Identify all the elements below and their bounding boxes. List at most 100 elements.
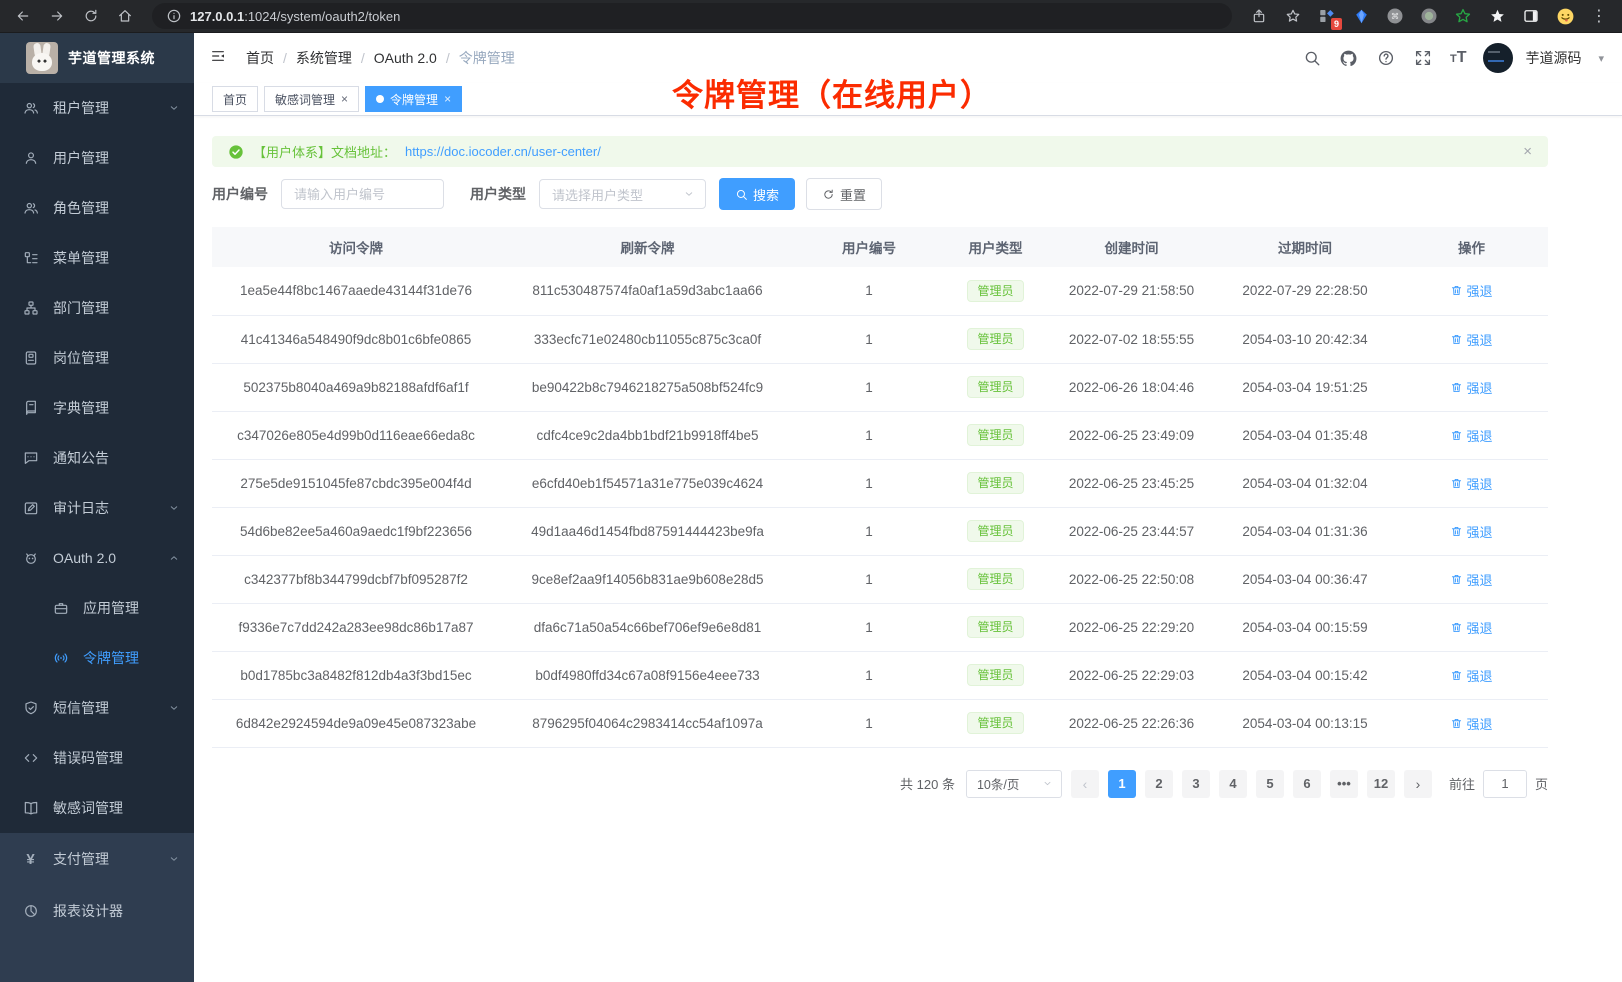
sidebar-item-post[interactable]: 岗位管理 <box>0 333 194 383</box>
sidebar-item-dept[interactable]: 部门管理 <box>0 283 194 333</box>
side-panel-icon[interactable] <box>1518 3 1544 29</box>
font-size-icon[interactable]: TT <box>1450 50 1467 66</box>
tab-oauth2-token[interactable]: 令牌管理× <box>365 86 462 112</box>
search-icon[interactable] <box>1302 48 1322 68</box>
user-type-select[interactable]: 请选择用户类型 <box>539 179 706 209</box>
bookmark-star-icon[interactable] <box>1280 3 1306 29</box>
page-button-12[interactable]: 12 <box>1367 770 1395 798</box>
reload-icon[interactable] <box>78 3 104 29</box>
sidebar-item-report[interactable]: 报表设计器 <box>0 885 194 937</box>
help-icon[interactable] <box>1376 48 1396 68</box>
breadcrumb-separator: / <box>361 50 365 66</box>
trash-icon <box>1450 333 1463 346</box>
force-logout-button[interactable]: 强退 <box>1450 618 1492 637</box>
page-button-1[interactable]: 1 <box>1108 770 1136 798</box>
sidebar-item-error-code[interactable]: 错误码管理 <box>0 733 194 783</box>
user-type-badge: 管理员 <box>967 328 1023 350</box>
badge-icon <box>22 350 39 367</box>
page-button-6[interactable]: 6 <box>1293 770 1321 798</box>
sidebar-item-sms[interactable]: 短信管理 <box>0 683 194 733</box>
sidebar-item-label: 字典管理 <box>53 398 180 418</box>
user-name[interactable]: 芋道源码 <box>1525 48 1581 68</box>
sidebar-item-role[interactable]: 角色管理 <box>0 183 194 233</box>
doc-link[interactable]: https://doc.iocoder.cn/user-center/ <box>405 144 601 159</box>
sidebar-item-notice[interactable]: 通知公告 <box>0 433 194 483</box>
sidebar-item-label: 岗位管理 <box>53 348 180 368</box>
extension-blocks-icon[interactable]: 9 <box>1314 3 1340 29</box>
trash-icon <box>1450 429 1463 442</box>
github-icon[interactable] <box>1339 48 1359 68</box>
page-button-4[interactable]: 4 <box>1219 770 1247 798</box>
pager-ellipsis[interactable]: ••• <box>1330 770 1358 798</box>
alert-close-icon[interactable]: × <box>1523 144 1532 159</box>
tab-close-icon[interactable]: × <box>444 93 451 105</box>
user-id-cell: 1 <box>795 651 943 699</box>
create-time-cell: 2022-06-25 22:26:36 <box>1048 699 1215 747</box>
back-icon[interactable] <box>10 3 36 29</box>
home-icon[interactable] <box>112 3 138 29</box>
address-bar[interactable]: 127.0.0.1:1024/system/oauth2/token <box>152 3 1232 29</box>
emoji-extension-icon[interactable] <box>1552 3 1578 29</box>
sidebar-item-oauth2-app[interactable]: 应用管理 <box>0 583 194 633</box>
breadcrumb-item[interactable]: 系统管理 <box>296 48 352 68</box>
page-button-3[interactable]: 3 <box>1182 770 1210 798</box>
user-avatar[interactable] <box>1483 43 1513 73</box>
refresh-token-cell: 811c530487574fa0af1a59d3abc1aa66 <box>500 267 795 315</box>
sidebar-item-oauth2-token[interactable]: 令牌管理 <box>0 633 194 683</box>
success-check-icon <box>228 144 244 160</box>
sidebar-collapse-icon[interactable] <box>210 48 230 68</box>
goto-page-input[interactable] <box>1483 770 1527 798</box>
sidebar-item-label: 错误码管理 <box>53 748 180 768</box>
page-button-5[interactable]: 5 <box>1256 770 1284 798</box>
share-icon[interactable] <box>1246 3 1272 29</box>
user-id-input[interactable] <box>281 179 444 209</box>
browser-menu-icon[interactable]: ⋮ <box>1586 3 1612 29</box>
url-text: 127.0.0.1:1024/system/oauth2/token <box>190 9 400 24</box>
sidebar-item-sensitive-word[interactable]: 敏感词管理 <box>0 783 194 833</box>
reset-button[interactable]: 重置 <box>806 178 882 210</box>
prev-page-button[interactable]: ‹ <box>1071 770 1099 798</box>
tab-close-icon[interactable]: × <box>341 93 348 105</box>
dictionary-icon <box>22 400 39 417</box>
chevron-down-icon <box>168 702 180 714</box>
sidebar-item-tenant[interactable]: 租户管理 <box>0 83 194 133</box>
sidebar-item-user[interactable]: 用户管理 <box>0 133 194 183</box>
gem-extension-icon[interactable] <box>1348 3 1374 29</box>
page-size-select[interactable]: 10条/页 <box>966 770 1062 798</box>
breadcrumb-item[interactable]: 首页 <box>246 48 274 68</box>
doc-alert-banner: 【用户体系】文档地址： https://doc.iocoder.cn/user-… <box>212 136 1548 167</box>
search-button[interactable]: 搜索 <box>719 178 795 210</box>
force-logout-button[interactable]: 强退 <box>1450 522 1492 541</box>
tab-sensitive-word[interactable]: 敏感词管理× <box>264 86 359 112</box>
page-button-2[interactable]: 2 <box>1145 770 1173 798</box>
sidebar-item-menu[interactable]: 菜单管理 <box>0 233 194 283</box>
sidebar-item-pay[interactable]: ¥支付管理 <box>0 833 194 885</box>
force-logout-button[interactable]: 强退 <box>1450 570 1492 589</box>
breadcrumb-item[interactable]: OAuth 2.0 <box>374 50 437 66</box>
user-id-cell: 1 <box>795 507 943 555</box>
forward-icon[interactable] <box>44 3 70 29</box>
pinwheel-extension-icon[interactable] <box>1484 3 1510 29</box>
action-cell: 强退 <box>1395 555 1548 603</box>
trash-icon <box>1450 669 1463 682</box>
sidebar-item-oauth2[interactable]: OAuth 2.0 <box>0 533 194 583</box>
green-star-extension-icon[interactable] <box>1450 3 1476 29</box>
user-menu-caret-icon[interactable]: ▾ <box>1598 52 1604 65</box>
tab-home[interactable]: 首页 <box>212 86 258 112</box>
expire-time-cell: 2054-03-04 00:36:47 <box>1215 555 1395 603</box>
force-logout-button[interactable]: 强退 <box>1450 330 1492 349</box>
sidebar-item-audit-log[interactable]: 审计日志 <box>0 483 194 533</box>
force-logout-button[interactable]: 强退 <box>1450 281 1492 300</box>
force-logout-button[interactable]: 强退 <box>1450 474 1492 493</box>
fullscreen-icon[interactable] <box>1413 48 1433 68</box>
record-extension-icon[interactable] <box>1416 3 1442 29</box>
page-info-icon[interactable] <box>166 3 182 29</box>
force-logout-button[interactable]: 强退 <box>1450 378 1492 397</box>
force-logout-button[interactable]: 强退 <box>1450 666 1492 685</box>
sidebar-item-dict[interactable]: 字典管理 <box>0 383 194 433</box>
total-count: 共 120 条 <box>900 774 955 793</box>
next-page-button[interactable]: › <box>1404 770 1432 798</box>
force-logout-button[interactable]: 强退 <box>1450 714 1492 733</box>
command-extension-icon[interactable]: ⌘ <box>1382 3 1408 29</box>
force-logout-button[interactable]: 强退 <box>1450 426 1492 445</box>
